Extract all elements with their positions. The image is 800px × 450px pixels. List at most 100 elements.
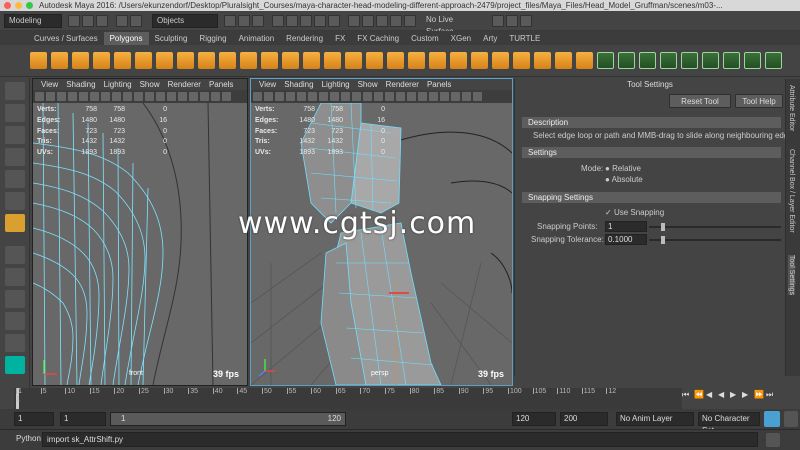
select-by-deform-icon[interactable] bbox=[328, 14, 340, 27]
select-by-curve-icon[interactable] bbox=[300, 14, 312, 27]
snapping-points-slider-handle[interactable] bbox=[661, 223, 665, 231]
shelf-tab-xgen[interactable]: XGen bbox=[445, 32, 477, 45]
snap-grid-icon[interactable] bbox=[348, 14, 360, 27]
poly-cone-icon[interactable] bbox=[93, 52, 110, 69]
film-gate-icon[interactable] bbox=[79, 92, 88, 101]
panel-menu-renderer[interactable]: Renderer bbox=[168, 80, 201, 89]
grid-toggle-icon[interactable] bbox=[286, 92, 295, 101]
uv-auto-icon[interactable] bbox=[660, 52, 677, 69]
go-to-end-icon[interactable]: ⏭ bbox=[766, 390, 775, 399]
snapping-points-slider[interactable] bbox=[649, 226, 781, 228]
xray-icon[interactable] bbox=[440, 92, 449, 101]
combine-icon[interactable] bbox=[261, 52, 278, 69]
shelf-tab-fx-caching[interactable]: FX Caching bbox=[351, 32, 405, 45]
zoom-window-icon[interactable] bbox=[26, 2, 33, 9]
platonic-solid-icon[interactable] bbox=[177, 52, 194, 69]
animation-prefs-icon[interactable] bbox=[784, 411, 798, 427]
save-scene-icon[interactable] bbox=[96, 14, 108, 27]
panel-menu-lighting[interactable]: Lighting bbox=[104, 80, 132, 89]
playback-end-field[interactable]: 120 bbox=[512, 412, 556, 426]
snapping-section-header[interactable]: Snapping Settings bbox=[522, 192, 781, 203]
film-gate-icon[interactable] bbox=[297, 92, 306, 101]
wireframe-on-shaded-icon[interactable] bbox=[374, 92, 383, 101]
playback-start-field[interactable]: 1 bbox=[60, 412, 106, 426]
auto-key-icon[interactable] bbox=[764, 411, 780, 427]
scale-tool-icon[interactable] bbox=[4, 192, 25, 210]
open-scene-icon[interactable] bbox=[82, 14, 94, 27]
quad-draw-icon[interactable] bbox=[555, 52, 572, 69]
bookmarks-icon[interactable] bbox=[264, 92, 273, 101]
smooth-icon[interactable] bbox=[303, 52, 320, 69]
outliner-layout-icon[interactable] bbox=[4, 312, 25, 330]
rotate-tool-icon[interactable] bbox=[4, 170, 25, 188]
insert-edge-loop-icon[interactable] bbox=[513, 52, 530, 69]
play-backward-icon[interactable]: ◀ bbox=[718, 390, 727, 399]
bookmarks-icon[interactable] bbox=[46, 92, 55, 101]
paint-select-icon[interactable] bbox=[4, 126, 25, 144]
resolution-gate-icon[interactable] bbox=[90, 92, 99, 101]
select-tool-icon[interactable] bbox=[4, 82, 25, 100]
shelf-tab-animation[interactable]: Animation bbox=[233, 32, 281, 45]
field-chart-icon[interactable] bbox=[112, 92, 121, 101]
go-to-start-icon[interactable]: ⏮ bbox=[682, 390, 691, 399]
object-mode-icon[interactable] bbox=[238, 14, 250, 27]
panel-menu-view[interactable]: View bbox=[259, 80, 276, 89]
svg-icon[interactable] bbox=[240, 52, 257, 69]
selection-mode-dropdown[interactable]: Objects bbox=[152, 13, 218, 28]
make-live-icon[interactable] bbox=[404, 14, 416, 27]
boolean-icon[interactable] bbox=[324, 52, 341, 69]
select-by-joint-icon[interactable] bbox=[286, 14, 298, 27]
isolate-select-icon[interactable] bbox=[211, 92, 220, 101]
lasso-tool-icon[interactable] bbox=[4, 104, 25, 122]
poly-cylinder-icon[interactable] bbox=[72, 52, 89, 69]
command-input[interactable]: import sk_AttrShift.py bbox=[42, 432, 758, 447]
panel-menu-lighting[interactable]: Lighting bbox=[322, 80, 350, 89]
radio-relative[interactable]: ● Relative bbox=[605, 164, 641, 173]
target-weld-icon[interactable] bbox=[492, 52, 509, 69]
uv-unfold-icon[interactable] bbox=[723, 52, 740, 69]
close-window-icon[interactable] bbox=[4, 2, 11, 9]
wireframe-icon[interactable] bbox=[134, 92, 143, 101]
snap-curve-icon[interactable] bbox=[362, 14, 374, 27]
settings-section-header[interactable]: Settings bbox=[522, 147, 781, 158]
panel-menu-panels[interactable]: Panels bbox=[427, 80, 451, 89]
panel-menu-show[interactable]: Show bbox=[358, 80, 378, 89]
shelf-tab-polygons[interactable]: Polygons bbox=[103, 32, 149, 45]
reset-tool-button[interactable]: Reset Tool bbox=[669, 94, 731, 108]
poly-type-icon[interactable] bbox=[219, 52, 236, 69]
side-tab-attribute-editor[interactable]: Attribute Editor bbox=[788, 85, 795, 131]
image-plane-icon[interactable] bbox=[57, 92, 66, 101]
step-back-icon[interactable]: ⏪ bbox=[694, 390, 704, 399]
panel-menu-view[interactable]: View bbox=[41, 80, 58, 89]
new-scene-icon[interactable] bbox=[68, 14, 80, 27]
minimize-window-icon[interactable] bbox=[15, 2, 22, 9]
play-forward-icon[interactable]: ▶ bbox=[730, 390, 739, 399]
xray-icon[interactable] bbox=[222, 92, 231, 101]
hierarchy-mode-icon[interactable] bbox=[224, 14, 236, 27]
select-by-surface-icon[interactable] bbox=[314, 14, 326, 27]
panel-menu-panels[interactable]: Panels bbox=[209, 80, 233, 89]
poly-disc-icon[interactable] bbox=[156, 52, 173, 69]
undo-icon[interactable] bbox=[116, 14, 128, 27]
fill-hole-icon[interactable] bbox=[429, 52, 446, 69]
grid-toggle-icon[interactable] bbox=[68, 92, 77, 101]
viewport-persp[interactable]: Verts: 758 758 0 Edges: 1480 1480 16 Faces: 723… bbox=[251, 103, 512, 385]
smooth-shade-icon[interactable] bbox=[363, 92, 372, 101]
tool-help-button[interactable]: Tool Help bbox=[735, 94, 783, 108]
render-settings-icon[interactable] bbox=[520, 14, 532, 27]
wireframe-icon[interactable] bbox=[352, 92, 361, 101]
shelf-tab-rendering[interactable]: Rendering bbox=[280, 32, 329, 45]
component-mode-icon[interactable] bbox=[252, 14, 264, 27]
mirror-icon[interactable] bbox=[345, 52, 362, 69]
panel-menu-shading[interactable]: Shading bbox=[284, 80, 313, 89]
field-chart-icon[interactable] bbox=[330, 92, 339, 101]
bevel-icon[interactable] bbox=[408, 52, 425, 69]
panel-menu-show[interactable]: Show bbox=[140, 80, 160, 89]
shadows-icon[interactable] bbox=[407, 92, 416, 101]
sculpt-icon[interactable] bbox=[576, 52, 593, 69]
four-view-layout-icon[interactable] bbox=[4, 268, 25, 286]
lights-icon[interactable] bbox=[396, 92, 405, 101]
extrude-icon[interactable] bbox=[366, 52, 383, 69]
poly-plane-icon[interactable] bbox=[135, 52, 152, 69]
step-back-key-icon[interactable]: ◀ bbox=[706, 390, 715, 399]
